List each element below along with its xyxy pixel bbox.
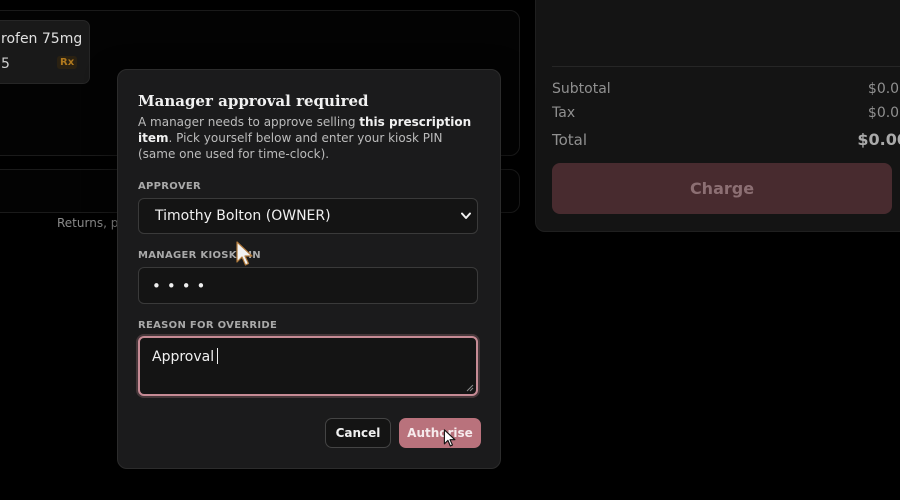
rx-badge: Rx xyxy=(57,56,78,69)
desc-prefix: A manager needs to approve selling xyxy=(138,115,360,129)
reason-text: Approval xyxy=(152,349,215,365)
approver-label: APPROVER xyxy=(138,181,202,192)
order-summary-panel: Subtotal $0.00 Tax $0.00 Total $0.00 Cha… xyxy=(535,0,900,232)
text-caret xyxy=(217,348,219,364)
approver-select[interactable]: Timothy Bolton (OWNER) xyxy=(138,198,478,234)
cancel-button[interactable]: Cancel xyxy=(325,418,391,448)
tax-row: Tax $0.00 xyxy=(552,105,900,121)
desc-suffix: . Pick yourself below and enter your kio… xyxy=(138,131,443,161)
total-label: Total xyxy=(552,131,588,149)
dialog-title: Manager approval required xyxy=(138,92,369,110)
subtotal-value: $0.00 xyxy=(867,81,900,97)
subtotal-row: Subtotal $0.00 xyxy=(552,81,900,97)
product-price: 5 xyxy=(1,56,10,72)
tax-label: Tax xyxy=(552,105,576,121)
approver-value: Timothy Bolton (OWNER) xyxy=(155,208,331,224)
product-name: rofen 75mg xyxy=(1,31,83,47)
pin-label: MANAGER KIOSK PIN xyxy=(138,250,261,261)
chevron-down-icon xyxy=(461,212,471,219)
returns-hint: Returns, pa xyxy=(57,216,126,230)
total-value: $0.00 xyxy=(857,130,900,149)
product-card[interactable]: rofen 75mg 5 Rx xyxy=(0,20,90,84)
pin-input[interactable]: •••• xyxy=(138,267,478,304)
charge-button[interactable]: Charge xyxy=(552,163,892,214)
tax-value: $0.00 xyxy=(867,105,900,121)
reason-textarea[interactable]: Approval xyxy=(138,336,478,396)
subtotal-label: Subtotal xyxy=(552,81,611,97)
summary-divider xyxy=(552,66,900,67)
authorise-button[interactable]: Authorise xyxy=(399,418,481,448)
resize-grip-icon[interactable] xyxy=(466,384,474,392)
total-row: Total $0.00 xyxy=(552,130,900,149)
manager-approval-dialog: Manager approval required A manager need… xyxy=(117,69,501,469)
reason-label: REASON FOR OVERRIDE xyxy=(138,320,278,331)
dialog-description: A manager needs to approve selling this … xyxy=(138,114,483,162)
pin-value: •••• xyxy=(152,277,212,295)
reason-value: Approval xyxy=(152,348,219,365)
